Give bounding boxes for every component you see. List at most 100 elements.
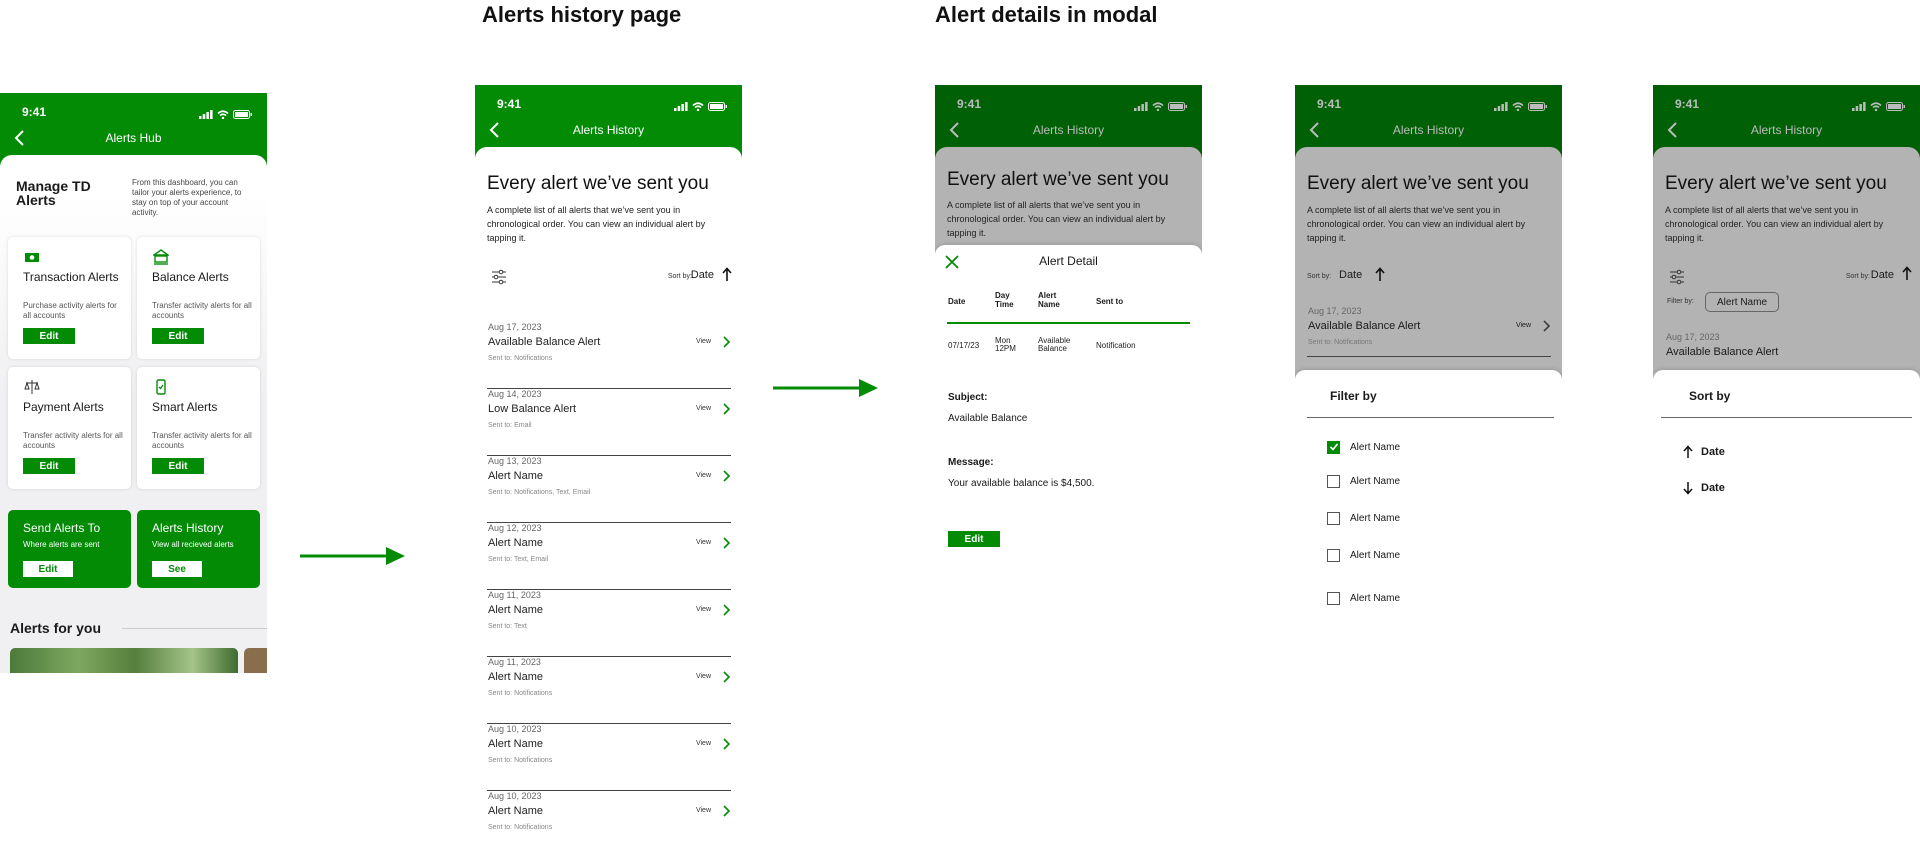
- filter-option[interactable]: Alert Name: [1327, 473, 1400, 489]
- page-heading: Every alert we’ve sent you: [947, 169, 1169, 190]
- page-heading: Every alert we’ve sent you: [1665, 173, 1887, 194]
- send-alerts-to-card[interactable]: Send Alerts To Where alerts are sent Edi…: [8, 510, 131, 588]
- promo-image[interactable]: [10, 648, 238, 673]
- chevron-right-icon[interactable]: [721, 670, 731, 684]
- transaction-alerts-card[interactable]: Transaction Alerts Purchase activity ale…: [8, 237, 131, 359]
- back-icon[interactable]: [1307, 120, 1325, 140]
- view-link[interactable]: View: [696, 405, 711, 412]
- arrow-up-icon[interactable]: [722, 267, 732, 282]
- col-day-time: Day Time: [995, 291, 1014, 309]
- phone-alerts-hub: 9:41 Alerts Hub Manage TD Alerts From th…: [0, 93, 267, 673]
- view-link[interactable]: View: [696, 740, 711, 747]
- arrow-up-icon: [1683, 445, 1693, 458]
- view-link[interactable]: View: [696, 472, 711, 479]
- sort-value[interactable]: Date: [691, 269, 714, 281]
- wifi-icon: [1870, 102, 1882, 111]
- page-heading: Every alert we’ve sent you: [1307, 173, 1529, 194]
- alert-list-item[interactable]: Aug 12, 2023 Alert Name Sent to: Text, Ema…: [487, 523, 731, 590]
- signal-icon: [1494, 102, 1508, 111]
- divider: [1661, 417, 1912, 418]
- edit-button[interactable]: Edit: [948, 531, 1000, 547]
- subject-label: Subject:: [948, 392, 988, 403]
- alert-name: Low Balance Alert: [488, 403, 577, 415]
- checkbox[interactable]: [1327, 548, 1340, 562]
- chevron-right-icon[interactable]: [721, 469, 731, 483]
- sort-option-date-desc[interactable]: Date: [1683, 481, 1725, 495]
- back-icon[interactable]: [947, 120, 965, 140]
- sort-bar: Sort by: Date: [487, 267, 732, 287]
- alert-list-item[interactable]: Aug 10, 2023 Alert Name Sent to: Notificat…: [487, 724, 731, 791]
- promo-image[interactable]: [244, 648, 267, 673]
- bank-icon: [153, 249, 169, 265]
- view-link[interactable]: View: [696, 539, 711, 546]
- checkbox[interactable]: [1327, 511, 1340, 525]
- balance-alerts-card[interactable]: Balance Alerts Transfer activity alerts …: [137, 237, 260, 359]
- alert-list-item[interactable]: Aug 14, 2023 Low Balance Alert Sent to: Em…: [487, 389, 731, 456]
- status-time: 9:41: [1675, 97, 1700, 111]
- page-description: A complete list of all alerts that we’ve…: [487, 205, 706, 243]
- filter-option[interactable]: Alert Name: [1327, 439, 1400, 455]
- filter-option[interactable]: Alert Name: [1327, 547, 1400, 563]
- back-icon[interactable]: [12, 128, 30, 148]
- wifi-icon: [1152, 102, 1164, 111]
- divider: [122, 628, 267, 629]
- checkbox[interactable]: [1327, 440, 1340, 454]
- signal-icon: [674, 102, 688, 111]
- nav-title: Alerts Hub: [105, 131, 162, 145]
- alerts-history-card[interactable]: Alerts History View all recieved alerts …: [137, 510, 260, 588]
- filter-option[interactable]: Alert Name: [1327, 510, 1400, 526]
- alert-date: Aug 10, 2023: [488, 724, 542, 734]
- wifi-icon: [217, 110, 229, 119]
- view-link[interactable]: View: [696, 338, 711, 345]
- alert-sent-to: Sent to: Notifications: [488, 757, 553, 764]
- chevron-right-icon[interactable]: [721, 536, 731, 550]
- sort-option-date-asc[interactable]: Date: [1683, 445, 1725, 459]
- chevron-right-icon[interactable]: [721, 402, 731, 416]
- filter-sheet: Filter by Alert Name Alert Name Alert Name…: [1295, 370, 1562, 667]
- alert-name: Alert Name: [488, 604, 544, 616]
- back-icon[interactable]: [1665, 120, 1683, 140]
- edit-button[interactable]: Edit: [152, 328, 204, 344]
- wifi-icon: [692, 102, 704, 111]
- filter-icon[interactable]: [491, 269, 507, 285]
- alert-list-item[interactable]: Aug 11, 2023 Alert Name Sent to: Notificat…: [487, 657, 731, 724]
- alert-list-item[interactable]: Aug 11, 2023 Alert Name Sent to: Text View: [487, 590, 731, 657]
- chevron-right-icon[interactable]: [721, 335, 731, 349]
- sort-label: Sort by:: [667, 273, 692, 280]
- nav-title: Alerts History: [1032, 123, 1105, 137]
- filter-option-label: Alert Name: [1350, 441, 1401, 453]
- status-time: 9:41: [957, 97, 982, 111]
- view-link[interactable]: View: [696, 606, 711, 613]
- filter-option[interactable]: Alert Name: [1327, 590, 1400, 606]
- back-icon[interactable]: [487, 120, 505, 140]
- alert-name: Alert Name: [488, 537, 544, 549]
- smart-alerts-card[interactable]: Smart Alerts Transfer activity alerts fo…: [137, 367, 260, 489]
- alert-name: Alert Name: [488, 805, 544, 817]
- alert-list-item[interactable]: Aug 13, 2023 Alert Name Sent to: Notificat…: [487, 456, 731, 523]
- edit-button[interactable]: Edit: [152, 458, 204, 474]
- alert-list-item[interactable]: Aug 10, 2023 Alert Name Sent to: Notificat…: [487, 791, 731, 856]
- alert-sent-to: Sent to: Notifications: [488, 355, 553, 362]
- card-subtitle: Transfer activity alerts for all account…: [152, 431, 252, 450]
- row-date: Aug 17, 2023: [1666, 332, 1720, 342]
- checkbox[interactable]: [1327, 591, 1340, 605]
- payment-alerts-card[interactable]: Payment Alerts Transfer activity alerts …: [8, 367, 131, 489]
- filter-label: Filter by:: [1667, 298, 1694, 305]
- chevron-right-icon[interactable]: [721, 804, 731, 818]
- chevron-right-icon[interactable]: [721, 603, 731, 617]
- edit-button[interactable]: Edit: [23, 328, 75, 344]
- view-link[interactable]: View: [696, 673, 711, 680]
- alert-sent-to: Sent to: Text: [488, 623, 527, 630]
- checkbox[interactable]: [1327, 474, 1340, 488]
- chevron-right-icon[interactable]: [721, 737, 731, 751]
- edit-button[interactable]: Edit: [23, 561, 73, 577]
- alert-date: Aug 11, 2023: [488, 657, 541, 667]
- arrow-up-icon: [1375, 267, 1385, 281]
- edit-button[interactable]: Edit: [23, 458, 75, 474]
- see-button[interactable]: See: [152, 561, 202, 577]
- phone-icon: [156, 379, 166, 395]
- alert-list-item[interactable]: Aug 17, 2023 Available Balance Alert Sent …: [487, 322, 731, 389]
- view-link[interactable]: View: [696, 807, 711, 814]
- col-date: Date: [948, 297, 966, 306]
- page-heading: Every alert we’ve sent you: [487, 173, 709, 194]
